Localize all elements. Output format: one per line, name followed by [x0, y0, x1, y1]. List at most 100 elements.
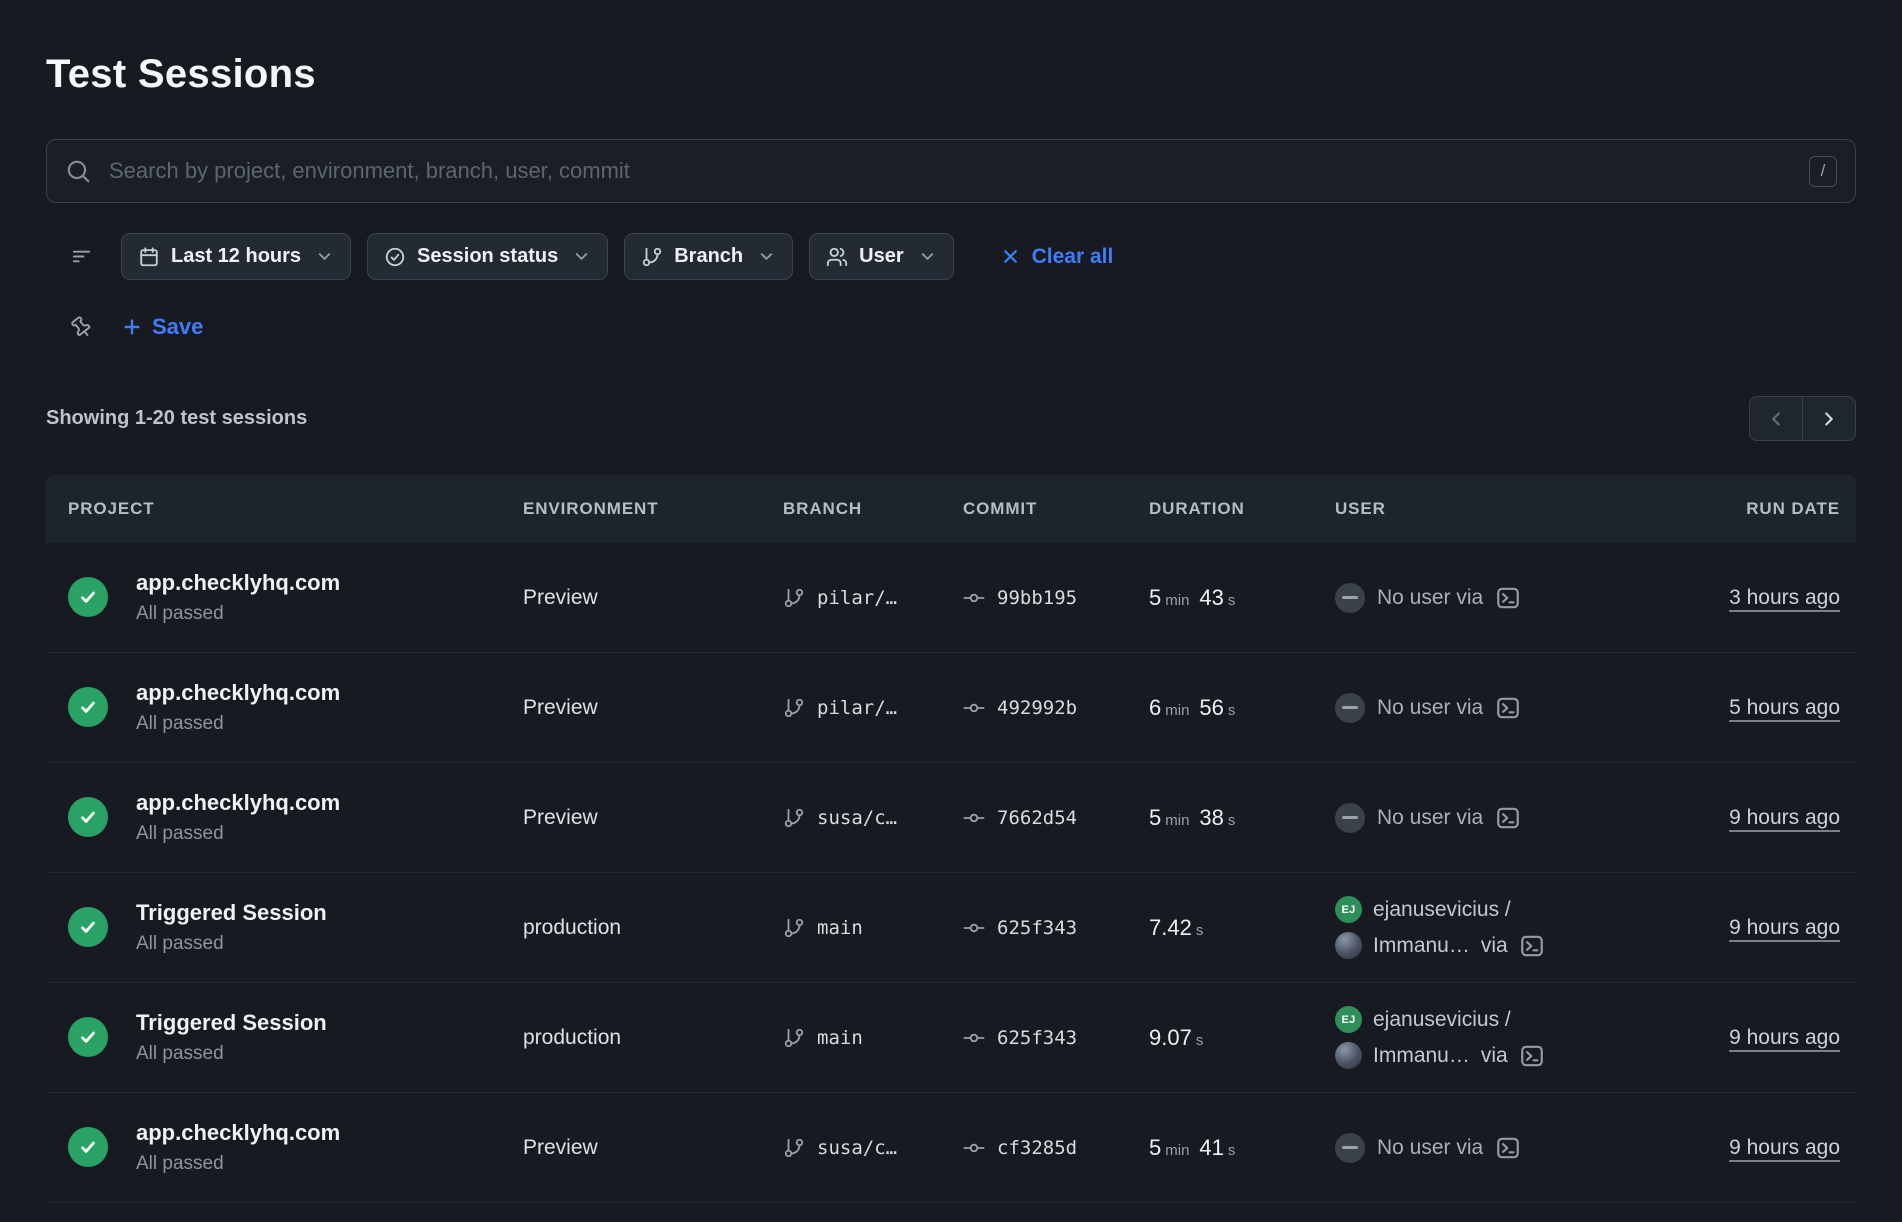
- avatar-initials: EJ: [1335, 1006, 1362, 1033]
- user-name: ejanusevicius /: [1373, 898, 1511, 922]
- git-branch-icon: [783, 697, 805, 719]
- pin-icon: [65, 311, 97, 343]
- filter-user-label: User: [859, 245, 903, 268]
- terminal-icon: [1495, 805, 1521, 831]
- user-name: ejanusevicius /: [1373, 1008, 1511, 1032]
- table-row[interactable]: Triggered Session All passed production …: [46, 873, 1856, 983]
- duration-value: 6min56s: [1149, 695, 1335, 721]
- filter-session-status-button[interactable]: Session status: [367, 233, 608, 280]
- run-date-link[interactable]: 9 hours ago: [1729, 1026, 1840, 1049]
- filter-lines-icon: [70, 245, 93, 268]
- run-date-link[interactable]: 9 hours ago: [1729, 1136, 1840, 1159]
- filter-branch-label: Branch: [674, 245, 743, 268]
- table-row[interactable]: app.checklyhq.com All passed Preview sus…: [46, 1093, 1856, 1203]
- run-date-link[interactable]: 9 hours ago: [1729, 806, 1840, 829]
- table-row[interactable]: app.checklyhq.com All passed Preview pil…: [46, 543, 1856, 653]
- test-sessions-page: Test Sessions / Last 12 hours Session st…: [0, 0, 1902, 1203]
- duration-value: 5min38s: [1149, 805, 1335, 831]
- user-label: No user via: [1377, 806, 1483, 830]
- avatar-photo: [1335, 1042, 1362, 1069]
- table-row[interactable]: app.checklyhq.com All passed Preview pil…: [46, 653, 1856, 763]
- passed-status-icon: [68, 1017, 108, 1057]
- users-icon: [826, 246, 848, 268]
- filter-time-range-button[interactable]: Last 12 hours: [121, 233, 351, 280]
- filter-time-range-label: Last 12 hours: [171, 245, 301, 268]
- git-commit-icon: [963, 917, 985, 939]
- save-label: Save: [152, 314, 203, 340]
- branch-name: pilar/…: [817, 697, 897, 719]
- user-name-truncated: Immanu…: [1373, 934, 1470, 958]
- git-commit-icon: [963, 807, 985, 829]
- column-header-commit: COMMIT: [963, 499, 1149, 519]
- session-status-text: All passed: [136, 1153, 340, 1175]
- passed-status-icon: [68, 907, 108, 947]
- test-sessions-table: PROJECT ENVIRONMENT BRANCH COMMIT DURATI…: [46, 475, 1856, 1203]
- save-filter-button[interactable]: Save: [121, 314, 203, 340]
- chevron-down-icon: [572, 247, 591, 266]
- filter-branch-button[interactable]: Branch: [624, 233, 793, 280]
- git-branch-icon: [783, 917, 805, 939]
- user-label: No user via: [1377, 586, 1483, 610]
- branch-name: pilar/…: [817, 587, 897, 609]
- no-user-icon: [1335, 1133, 1365, 1163]
- filter-bar: Last 12 hours Session status Branch User…: [46, 233, 1856, 280]
- prev-page-button[interactable]: [1749, 396, 1803, 441]
- environment-value: Preview: [523, 806, 783, 830]
- terminal-icon: [1495, 1135, 1521, 1161]
- avatar-initials: EJ: [1335, 896, 1362, 923]
- commit-hash: 7662d54: [997, 807, 1077, 829]
- branch-name: susa/c…: [817, 807, 897, 829]
- table-row[interactable]: Triggered Session All passed production …: [46, 983, 1856, 1093]
- column-header-project: PROJECT: [68, 499, 523, 519]
- chevron-down-icon: [757, 247, 776, 266]
- filter-session-status-label: Session status: [417, 245, 558, 268]
- git-commit-icon: [963, 587, 985, 609]
- environment-value: Preview: [523, 1136, 783, 1160]
- filter-user-button[interactable]: User: [809, 233, 953, 280]
- via-label: via: [1481, 934, 1508, 958]
- duration-value: 9.07s: [1149, 1025, 1335, 1051]
- column-header-branch: BRANCH: [783, 499, 963, 519]
- git-branch-icon: [783, 807, 805, 829]
- git-branch-icon: [783, 1137, 805, 1159]
- branch-name: main: [817, 1027, 863, 1049]
- terminal-icon: [1495, 695, 1521, 721]
- environment-value: production: [523, 1026, 783, 1050]
- project-name: app.checklyhq.com: [136, 680, 340, 706]
- environment-value: production: [523, 916, 783, 940]
- project-name: app.checklyhq.com: [136, 1120, 340, 1146]
- commit-hash: 625f343: [997, 917, 1077, 939]
- clear-all-filters-button[interactable]: Clear all: [994, 244, 1120, 270]
- project-name: Triggered Session: [136, 1010, 327, 1036]
- environment-value: Preview: [523, 586, 783, 610]
- search-input[interactable]: [107, 157, 1793, 185]
- calendar-icon: [138, 246, 160, 268]
- git-commit-icon: [963, 1027, 985, 1049]
- environment-value: Preview: [523, 696, 783, 720]
- via-label: via: [1481, 1044, 1508, 1068]
- terminal-icon: [1519, 933, 1545, 959]
- passed-status-icon: [68, 1127, 108, 1167]
- pagination: [1749, 396, 1856, 441]
- save-filter-row: Save: [46, 314, 1856, 340]
- user-label: No user via: [1377, 1136, 1483, 1160]
- git-commit-icon: [963, 1137, 985, 1159]
- clear-all-label: Clear all: [1032, 245, 1114, 269]
- passed-status-icon: [68, 577, 108, 617]
- commit-hash: 99bb195: [997, 587, 1077, 609]
- terminal-icon: [1495, 585, 1521, 611]
- git-commit-icon: [963, 697, 985, 719]
- duration-value: 5min43s: [1149, 585, 1335, 611]
- run-date-link[interactable]: 5 hours ago: [1729, 696, 1840, 719]
- user-name-truncated: Immanu…: [1373, 1044, 1470, 1068]
- session-status-text: All passed: [136, 713, 340, 735]
- run-date-link[interactable]: 3 hours ago: [1729, 586, 1840, 609]
- project-name: Triggered Session: [136, 900, 327, 926]
- project-name: app.checklyhq.com: [136, 790, 340, 816]
- search-bar[interactable]: /: [46, 139, 1856, 203]
- run-date-link[interactable]: 9 hours ago: [1729, 916, 1840, 939]
- table-row[interactable]: app.checklyhq.com All passed Preview sus…: [46, 763, 1856, 873]
- next-page-button[interactable]: [1802, 396, 1856, 441]
- avatar-photo: [1335, 932, 1362, 959]
- git-branch-icon: [641, 246, 663, 268]
